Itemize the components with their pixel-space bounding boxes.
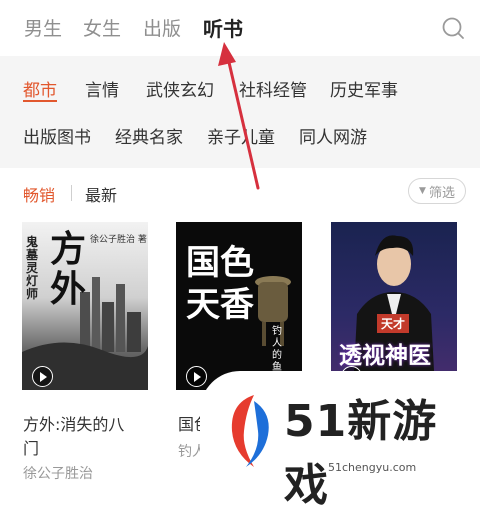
watermark-text: 51新游戏 [284, 396, 438, 511]
watermark-url: 51chengyu.com [328, 461, 417, 474]
watermark: 51新游戏 51chengyu.com [200, 371, 480, 511]
watermark-logo [231, 395, 269, 467]
